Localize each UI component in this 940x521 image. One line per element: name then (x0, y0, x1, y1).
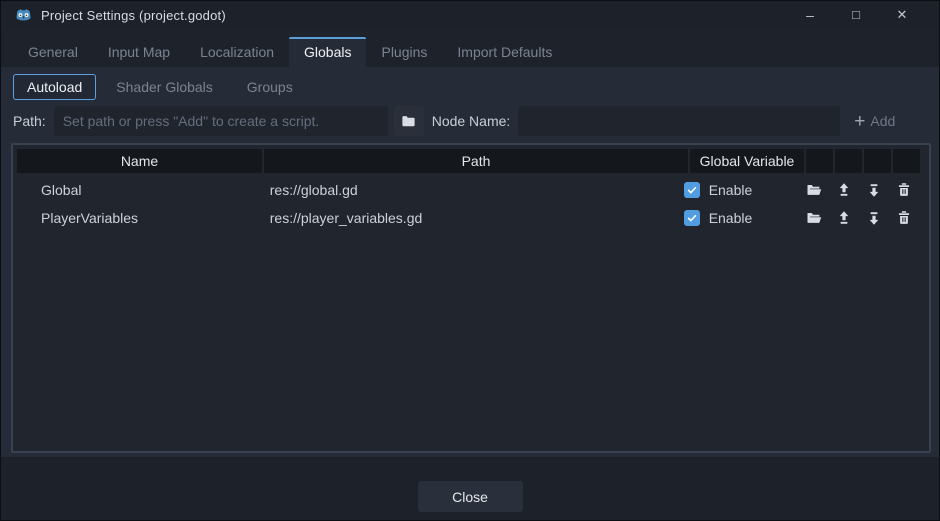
autoload-name: PlayerVariables (17, 210, 261, 226)
enable-checkbox[interactable] (684, 182, 700, 198)
open-folder-icon[interactable] (805, 182, 822, 199)
autoload-table: Name Path Global Variable Global res://g… (11, 143, 931, 453)
autoload-name: Global (17, 182, 261, 198)
globals-panel: Autoload Shader Globals Groups Path: Nod… (1, 67, 939, 457)
enable-checkbox[interactable] (684, 210, 700, 226)
node-name-input[interactable] (518, 106, 840, 136)
table-header-row: Name Path Global Variable (17, 149, 925, 173)
column-header-actions-2 (835, 149, 862, 173)
row-actions (795, 210, 925, 227)
column-header-actions-1 (806, 149, 833, 173)
tab-input-map[interactable]: Input Map (93, 37, 185, 67)
table-row[interactable]: Global res://global.gd Enable (17, 176, 925, 204)
subtab-groups[interactable]: Groups (233, 74, 307, 100)
subtab-autoload[interactable]: Autoload (13, 74, 96, 100)
move-up-icon[interactable] (835, 182, 852, 199)
checkmark-icon (686, 212, 698, 224)
dialog-footer: Close (1, 457, 939, 520)
path-input[interactable] (54, 106, 388, 136)
global-variable-cell: Enable (681, 210, 795, 226)
globals-subtab-bar: Autoload Shader Globals Groups (13, 73, 929, 101)
plus-icon: + (854, 112, 865, 131)
trash-icon[interactable] (895, 182, 912, 199)
trash-icon[interactable] (895, 210, 912, 227)
browse-path-button[interactable] (394, 106, 424, 136)
titlebar: Project Settings (project.godot) – □ ✕ (1, 1, 939, 29)
autoload-path: res://global.gd (261, 182, 681, 198)
tab-general[interactable]: General (13, 37, 93, 67)
move-down-icon[interactable] (865, 210, 882, 227)
minimize-icon[interactable]: – (787, 1, 833, 29)
window-controls: – □ ✕ (787, 1, 925, 29)
enable-label: Enable (709, 182, 753, 198)
add-button-label: Add (870, 113, 895, 129)
column-header-actions-4 (893, 149, 920, 173)
move-down-icon[interactable] (865, 182, 882, 199)
subtab-shader-globals[interactable]: Shader Globals (102, 74, 227, 100)
open-folder-icon[interactable] (805, 210, 822, 227)
add-button[interactable]: + Add (846, 106, 903, 136)
node-name-label: Node Name: (432, 113, 511, 129)
project-settings-window: Project Settings (project.godot) – □ ✕ G… (0, 0, 940, 521)
folder-icon (401, 114, 416, 129)
global-variable-cell: Enable (681, 182, 795, 198)
tab-plugins[interactable]: Plugins (366, 37, 442, 67)
path-label: Path: (13, 113, 46, 129)
maximize-icon[interactable]: □ (833, 1, 879, 29)
table-row[interactable]: PlayerVariables res://player_variables.g… (17, 204, 925, 232)
column-header-actions-3 (864, 149, 891, 173)
enable-label: Enable (709, 210, 753, 226)
column-header-global-variable[interactable]: Global Variable (690, 149, 804, 173)
row-actions (795, 182, 925, 199)
move-up-icon[interactable] (835, 210, 852, 227)
close-icon[interactable]: ✕ (879, 1, 925, 29)
checkmark-icon (686, 184, 698, 196)
godot-logo-icon (15, 7, 32, 24)
window-title: Project Settings (project.godot) (41, 8, 226, 23)
tab-import-defaults[interactable]: Import Defaults (442, 37, 567, 67)
tab-globals[interactable]: Globals (289, 37, 366, 67)
column-header-name[interactable]: Name (17, 149, 262, 173)
autoload-toolbar: Path: Node Name: + Add (13, 105, 929, 137)
autoload-path: res://player_variables.gd (261, 210, 681, 226)
close-button[interactable]: Close (418, 481, 523, 512)
settings-tab-bar: General Input Map Localization Globals P… (1, 29, 939, 67)
column-header-path[interactable]: Path (264, 149, 688, 173)
tab-localization[interactable]: Localization (185, 37, 289, 67)
